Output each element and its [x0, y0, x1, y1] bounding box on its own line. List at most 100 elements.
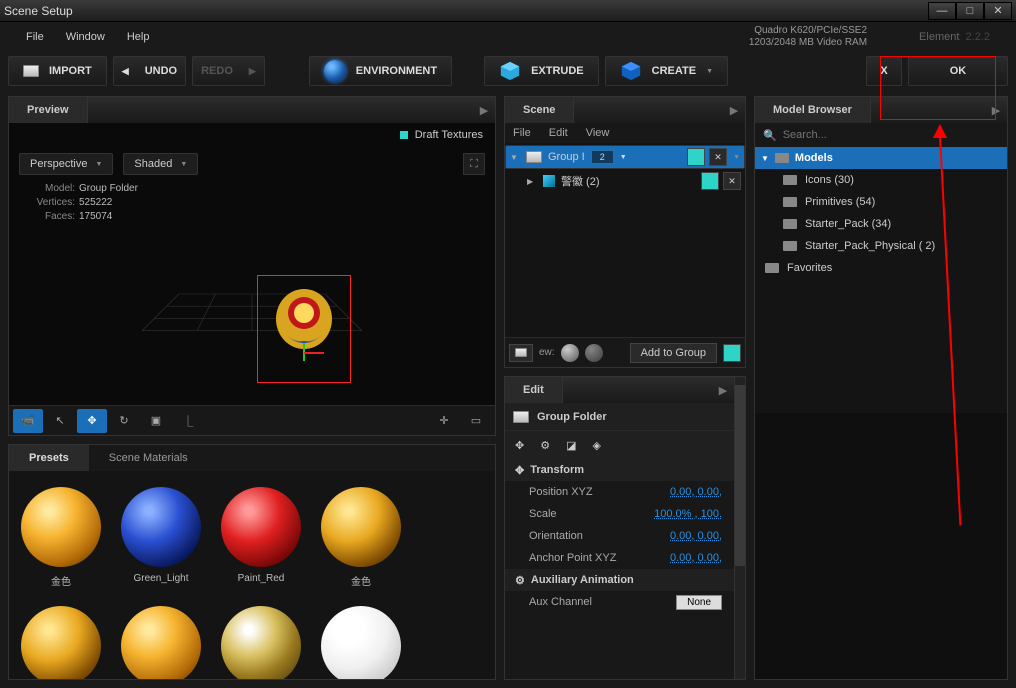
- browser-item-label: Icons (30): [805, 174, 854, 186]
- shade-mode-select[interactable]: Shaded: [123, 153, 198, 175]
- preset-label: 金色: [351, 573, 371, 588]
- diamond-icon[interactable]: ◈: [593, 439, 601, 452]
- minimize-button[interactable]: —: [928, 2, 956, 20]
- create-button[interactable]: CREATE ▼: [605, 56, 728, 86]
- item-delete-button[interactable]: ✕: [723, 172, 741, 190]
- maximize-button[interactable]: □: [956, 2, 984, 20]
- edit-tab[interactable]: Edit: [505, 377, 563, 403]
- browser-expand-icon[interactable]: ▶: [985, 104, 1007, 117]
- scene-expand-icon[interactable]: ▶: [723, 104, 745, 117]
- group-row[interactable]: ▼ Group I 2 ▼ ✕: [505, 145, 745, 169]
- redo-button[interactable]: REDO: [192, 56, 265, 86]
- fullscreen-button[interactable]: ⛶: [463, 153, 485, 175]
- preview-viewport[interactable]: Draft Textures Perspective Shaded ⛶ Mode…: [9, 123, 495, 405]
- preset-item[interactable]: 金色: [21, 487, 101, 588]
- preset-label: 金色: [51, 573, 71, 588]
- viewport-grid: [29, 233, 475, 355]
- scene-menu-edit[interactable]: Edit: [549, 127, 568, 139]
- undo-button[interactable]: UNDO: [113, 56, 186, 86]
- preset-item[interactable]: [221, 606, 301, 679]
- scene-menu-view[interactable]: View: [586, 127, 610, 139]
- x-button[interactable]: X: [866, 56, 902, 86]
- scale-tool[interactable]: ▣: [141, 409, 171, 433]
- gear-icon[interactable]: ⚙: [540, 439, 550, 452]
- element-version: 2.2.2: [966, 31, 990, 43]
- browser-content[interactable]: [755, 413, 1007, 679]
- draft-checkbox[interactable]: [399, 130, 409, 140]
- browser-item[interactable]: Primitives (54): [755, 191, 1007, 213]
- gear-small-icon: ⚙: [515, 574, 525, 587]
- pointer-tool[interactable]: ↖: [45, 409, 75, 433]
- item-visibility-toggle[interactable]: [701, 172, 719, 190]
- import-button[interactable]: IMPORT: [8, 56, 107, 86]
- scene-tab[interactable]: Scene: [505, 97, 574, 123]
- models-head[interactable]: ▼ Models: [755, 147, 1007, 169]
- gpu-ram: 1203/2048 MB Video RAM: [749, 37, 867, 49]
- browser-tab[interactable]: Model Browser: [755, 97, 871, 123]
- move-icon[interactable]: ✥: [515, 439, 524, 452]
- search-row: 🔍: [755, 123, 1007, 147]
- add-to-group-button[interactable]: Add to Group: [630, 343, 717, 363]
- model-info: Model:Group Folder Vertices:525222 Faces…: [29, 183, 138, 225]
- group-delete-button[interactable]: ✕: [709, 148, 727, 166]
- materials-tab[interactable]: Scene Materials: [89, 445, 208, 471]
- extrude-button[interactable]: EXTRUDE: [484, 56, 599, 86]
- sphere1-button[interactable]: [561, 344, 579, 362]
- menu-help[interactable]: Help: [127, 31, 150, 43]
- anchor-tool[interactable]: ⎿: [173, 409, 203, 433]
- group-visibility-toggle[interactable]: [687, 148, 705, 166]
- browser-item[interactable]: Starter_Pack (34): [755, 213, 1007, 235]
- screen-tool[interactable]: ▭: [461, 409, 491, 433]
- cube-edit-icon[interactable]: ◪: [566, 439, 576, 452]
- camera-tool[interactable]: 📹: [13, 409, 43, 433]
- new-folder-button[interactable]: [509, 344, 533, 362]
- preset-item[interactable]: 金色: [321, 487, 401, 588]
- group-arrow-icon[interactable]: ▼: [510, 153, 520, 162]
- favorites-row[interactable]: Favorites: [755, 257, 1007, 279]
- presets-tab[interactable]: Presets: [9, 445, 89, 471]
- material-sphere: [21, 487, 101, 567]
- anchor-value[interactable]: 0.00, 0.00,: [670, 552, 722, 564]
- preview-tab[interactable]: Preview: [9, 97, 88, 123]
- new-label: ew:: [539, 347, 555, 358]
- scene-tree[interactable]: ▼ Group I 2 ▼ ✕ ▶: [505, 143, 745, 337]
- draft-label: Draft Textures: [415, 129, 483, 141]
- browser-item[interactable]: Starter_Pack_Physical ( 2): [755, 235, 1007, 257]
- folder-icon: [526, 151, 542, 163]
- aux-channel-button[interactable]: None: [676, 595, 722, 610]
- folder-icon: [513, 411, 529, 423]
- edit-expand-icon[interactable]: ▶: [712, 384, 734, 397]
- preset-item[interactable]: Green_Light: [121, 487, 201, 588]
- menu-file[interactable]: File: [26, 31, 44, 43]
- orient-value[interactable]: 0.00, 0.00,: [670, 530, 722, 542]
- menu-window[interactable]: Window: [66, 31, 105, 43]
- preset-item[interactable]: Paint_Red: [221, 487, 301, 588]
- preset-item[interactable]: [121, 606, 201, 679]
- search-input[interactable]: [783, 129, 999, 141]
- preset-item[interactable]: [321, 606, 401, 679]
- preset-item[interactable]: [21, 606, 101, 679]
- edit-scrollbar[interactable]: [734, 377, 745, 679]
- rotate-tool[interactable]: ↻: [109, 409, 139, 433]
- focus-tool[interactable]: ✛: [429, 409, 459, 433]
- tree-item-row[interactable]: ▶ 警徽 (2) ✕: [505, 169, 745, 193]
- preview-expand-icon[interactable]: ▶: [473, 104, 495, 117]
- menubar: File Window Help Quadro K620/PCIe/SSE2 1…: [8, 26, 1008, 48]
- sphere2-button[interactable]: [585, 344, 603, 362]
- browser-item[interactable]: Icons (30): [755, 169, 1007, 191]
- material-sphere: [21, 606, 101, 679]
- pos-value[interactable]: 0.00, 0.00,: [670, 486, 722, 498]
- close-button[interactable]: ✕: [984, 2, 1012, 20]
- material-sphere: [321, 487, 401, 567]
- view-mode-select[interactable]: Perspective: [19, 153, 113, 175]
- item-arrow-icon[interactable]: ▶: [527, 177, 537, 186]
- scene-menu-file[interactable]: File: [513, 127, 531, 139]
- group-toggle-button[interactable]: [723, 344, 741, 362]
- browser-tree[interactable]: ▼ Models Icons (30)Primitives (54)Starte…: [755, 147, 1007, 413]
- move-tool[interactable]: ✥: [77, 409, 107, 433]
- ok-button[interactable]: OK: [908, 56, 1008, 86]
- environment-button[interactable]: ENVIRONMENT: [309, 56, 452, 86]
- scale-value[interactable]: 100.0% , 100.: [654, 508, 722, 520]
- presets-grid[interactable]: 金色 Green_LightPaint_Red 金色: [9, 471, 495, 679]
- search-icon: 🔍: [763, 129, 777, 142]
